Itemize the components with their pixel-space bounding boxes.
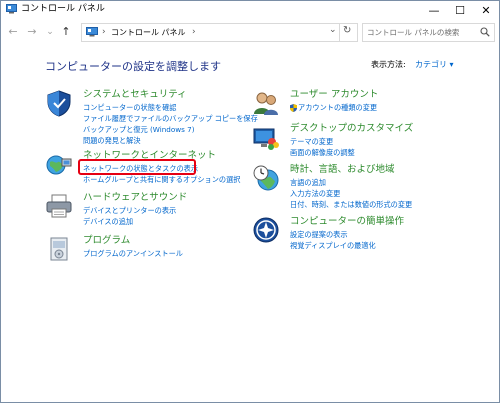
link-devices-printers[interactable]: デバイスとプリンターの表示 [83,206,176,216]
network-globe-icon [46,155,72,175]
address-field[interactable]: › コントロール パネル › ⌄ ↻ [81,23,358,42]
link-troubleshoot[interactable]: 問題の発見と解決 [83,136,141,146]
uac-shield-icon [290,104,297,112]
breadcrumb-separator: › [102,27,106,37]
search-input[interactable] [367,27,475,38]
link-change-account-type[interactable]: アカウントの種類の変更 [298,103,377,113]
ease-of-access-icon [253,217,279,243]
category-title[interactable]: デスクトップのカスタマイズ [290,123,413,135]
clock-globe-icon [253,165,279,191]
page-title: コンピューターの設定を調整します [45,60,221,73]
link-adjust-resolution[interactable]: 画面の解像度の調整 [290,148,355,158]
refresh-button[interactable]: ↻ [343,25,351,36]
printer-icon [46,194,72,218]
up-button[interactable]: ↑ [59,25,73,39]
users-icon [254,92,278,115]
control-panel-icon [86,27,98,37]
category-title[interactable]: コンピューターの簡単操作 [290,216,404,228]
control-panel-window: コントロール パネル — ☐ ✕ ← → ⌄ ↑ › コントロール パネル › … [0,0,500,403]
programs-icon [50,237,68,261]
address-dropdown-button[interactable]: ⌄ [329,25,337,35]
link-add-device[interactable]: デバイスの追加 [83,217,133,227]
address-controls: ⌄ ↻ [327,24,357,41]
link-change-input-method[interactable]: 入力方法の変更 [290,189,340,199]
category-title[interactable]: プログラム [83,235,130,247]
view-by-label: 表示方法: [371,60,406,69]
shield-icon [47,90,71,117]
close-button[interactable]: ✕ [473,1,499,19]
category-title[interactable]: ユーザー アカウント [290,89,378,101]
link-change-date-format[interactable]: 日付、時刻、または数値の形式の変更 [290,200,412,210]
link-uninstall-program[interactable]: プログラムのアンインストール [83,249,183,259]
breadcrumb-separator[interactable]: › [192,26,196,38]
link-homegroup-sharing[interactable]: ホームグループと共有に関するオプションの選択 [83,175,240,185]
minimize-button[interactable]: — [421,1,447,19]
category-title[interactable]: ハードウェアとサウンド [83,192,187,204]
highlight-box [78,159,196,175]
link-backup-restore[interactable]: バックアップと復元 (Windows 7) [83,125,195,135]
link-file-history[interactable]: ファイル履歴でファイルのバックアップ コピーを保存 [83,114,258,124]
category-title[interactable]: システムとセキュリティ [83,89,187,101]
recent-locations-button[interactable]: ⌄ [43,25,57,39]
link-check-status[interactable]: コンピューターの状態を確認 [83,103,176,113]
address-divider [339,24,340,41]
link-settings-suggestions[interactable]: 設定の提案の表示 [290,230,348,240]
forward-button[interactable]: → [25,25,39,39]
link-optimize-display[interactable]: 視覚ディスプレイの最適化 [290,241,376,251]
breadcrumb-control-panel[interactable]: コントロール パネル [111,27,186,38]
back-button[interactable]: ← [6,25,20,39]
maximize-button[interactable]: ☐ [447,1,473,19]
search-box[interactable] [362,23,495,42]
title-bar: コントロール パネル — ☐ ✕ [1,1,499,19]
address-bar-row: ← → ⌄ ↑ › コントロール パネル › ⌄ ↻ [1,22,499,44]
window-title: コントロール パネル [21,4,105,14]
view-by-dropdown[interactable]: カテゴリ ▾ [415,59,454,70]
search-icon[interactable] [480,27,490,37]
desktop-personalization-icon [253,128,279,150]
link-add-language[interactable]: 言語の追加 [290,178,326,188]
category-title[interactable]: 時計、言語、および地域 [290,164,395,176]
link-change-theme[interactable]: テーマの変更 [290,137,333,147]
control-panel-icon [6,4,17,14]
